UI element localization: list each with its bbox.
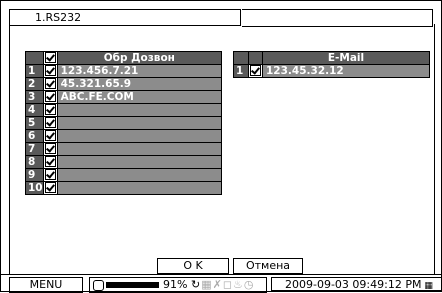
row-number: 6 xyxy=(25,129,44,143)
table-row[interactable]: 1 123.45.32.12 xyxy=(233,64,430,78)
row-checkbox[interactable] xyxy=(44,78,56,89)
datetime-text: 2009-09-03 09:49:12 PM xyxy=(285,278,422,291)
row-number: 9 xyxy=(25,168,44,182)
row-number: 5 xyxy=(25,116,44,130)
lock-icon: ✗ xyxy=(212,278,223,291)
row-value-field[interactable] xyxy=(56,116,223,130)
row-number: 4 xyxy=(25,103,44,117)
row-value-field[interactable]: 45.321.65.9 xyxy=(56,77,223,91)
table-row[interactable]: 1 123.456.7.21 xyxy=(25,64,223,78)
row-checkbox-cell[interactable] xyxy=(42,77,58,91)
email-table-header-row: E-Mail xyxy=(233,51,430,65)
row-number: 8 xyxy=(25,155,44,169)
row-checkbox[interactable] xyxy=(44,169,56,180)
table-row[interactable]: 5 xyxy=(25,116,223,130)
row-checkbox[interactable] xyxy=(44,104,56,115)
hdd-status: 91% ↻▦✗◻♨◷ xyxy=(89,277,267,293)
row-checkbox[interactable] xyxy=(44,130,56,141)
table-row[interactable]: 10 xyxy=(25,181,223,195)
row-value-field[interactable]: 123.45.32.12 xyxy=(262,64,430,78)
alarm-icon: ♨ xyxy=(232,278,244,291)
record-icon: ◻ xyxy=(222,278,233,291)
callback-table: Обр Дозвон 1 123.456.7.21 2 45.321.65.9 3 ABC… xyxy=(25,51,223,195)
row-value-field[interactable] xyxy=(56,142,223,156)
row-checkbox-cell[interactable] xyxy=(42,103,58,117)
select-all-checkbox[interactable] xyxy=(44,52,56,63)
row-checkbox-cell[interactable] xyxy=(42,168,58,182)
hdd-percent: 91% xyxy=(163,278,188,291)
row-value-field[interactable]: 123.456.7.21 xyxy=(56,64,223,78)
table-row[interactable]: 3 ABC.FE.COM xyxy=(25,90,223,104)
table-row[interactable]: 2 45.321.65.9 xyxy=(25,77,223,91)
row-checkbox-cell[interactable] xyxy=(42,129,58,143)
row-value-field[interactable] xyxy=(56,103,223,117)
clock-icon: ◷ xyxy=(243,278,255,291)
row-checkbox[interactable] xyxy=(44,65,56,76)
row-value-field[interactable] xyxy=(56,155,223,169)
checkbox-header xyxy=(248,51,263,65)
email-table: E-Mail 1 123.45.32.12 xyxy=(233,51,430,78)
callback-table-header-row: Обр Дозвон xyxy=(25,51,223,65)
row-checkbox-cell[interactable] xyxy=(248,64,263,78)
table-row[interactable]: 7 xyxy=(25,142,223,156)
row-number: 1 xyxy=(233,64,249,78)
row-checkbox-cell[interactable] xyxy=(42,90,58,104)
num-header xyxy=(233,51,249,65)
row-checkbox[interactable] xyxy=(44,156,56,167)
cancel-button[interactable]: Отмена xyxy=(233,258,303,274)
row-number: 3 xyxy=(25,90,44,104)
hdd-usage-bar xyxy=(106,282,159,288)
calendar-icon: ▦ xyxy=(421,281,433,291)
num-header xyxy=(25,51,44,65)
row-number: 2 xyxy=(25,77,44,91)
row-number: 10 xyxy=(25,181,44,195)
ok-button[interactable]: O K xyxy=(157,258,229,274)
row-checkbox-cell[interactable] xyxy=(42,155,58,169)
callback-header: Обр Дозвон xyxy=(56,51,223,65)
row-checkbox-cell[interactable] xyxy=(42,181,58,195)
row-checkbox-cell[interactable] xyxy=(42,116,58,130)
row-checkbox-cell[interactable] xyxy=(42,142,58,156)
row-value-field[interactable] xyxy=(56,129,223,143)
table-row[interactable]: 8 xyxy=(25,155,223,169)
row-number: 1 xyxy=(25,64,44,78)
status-icons: ↻▦✗◻♨◷ xyxy=(191,278,254,292)
hdd-icon xyxy=(93,280,104,291)
row-value-field[interactable] xyxy=(56,181,223,195)
refresh-icon: ↻ xyxy=(191,278,202,291)
network-icon: ▦ xyxy=(201,278,213,291)
menu-button[interactable]: MENU xyxy=(9,277,83,293)
row-checkbox[interactable] xyxy=(44,143,56,154)
row-checkbox[interactable] xyxy=(44,182,56,193)
row-value-field[interactable] xyxy=(56,168,223,182)
table-row[interactable]: 6 xyxy=(25,129,223,143)
tab-label: 1.RS232 xyxy=(35,11,82,24)
datetime: 2009-09-03 09:49:12 PM ▦ xyxy=(271,277,441,291)
row-checkbox[interactable] xyxy=(250,65,261,76)
row-checkbox[interactable] xyxy=(44,91,56,102)
row-checkbox[interactable] xyxy=(44,117,56,128)
row-number: 7 xyxy=(25,142,44,156)
row-value-field[interactable]: ABC.FE.COM xyxy=(56,90,223,104)
select-all-checkbox-cell[interactable] xyxy=(42,51,58,65)
email-header: E-Mail xyxy=(262,51,430,65)
table-row[interactable]: 9 xyxy=(25,168,223,182)
table-row[interactable]: 4 xyxy=(25,103,223,117)
row-checkbox-cell[interactable] xyxy=(42,64,58,78)
